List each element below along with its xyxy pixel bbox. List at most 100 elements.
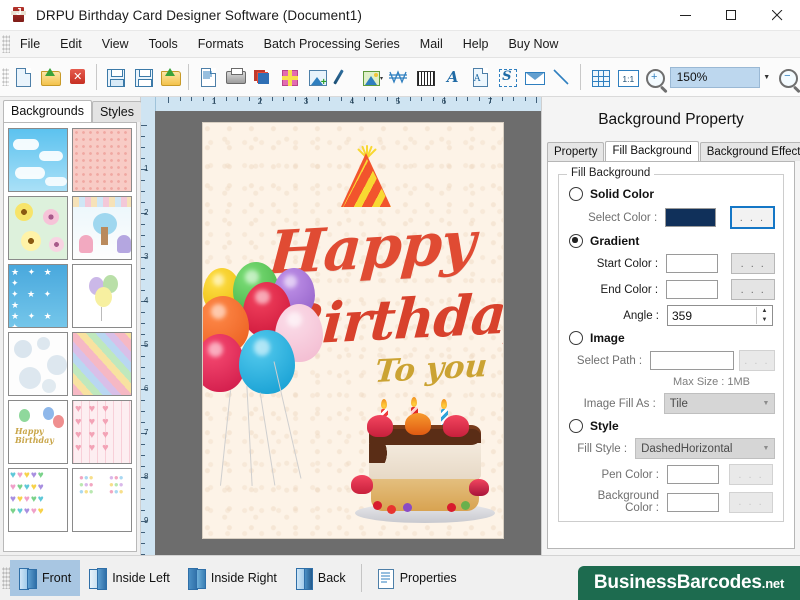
text-box-icon[interactable]: A <box>467 63 492 91</box>
menu-item-batch-processing-series[interactable]: Batch Processing Series <box>254 34 410 54</box>
pen-tool-icon[interactable] <box>331 63 356 91</box>
menu-item-view[interactable]: View <box>92 34 139 54</box>
background-daisies[interactable] <box>8 196 68 260</box>
properties-button[interactable]: Properties <box>368 560 466 596</box>
actual-size-icon[interactable]: 1:1 <box>614 63 639 91</box>
background-rainbow-stripes[interactable] <box>72 332 132 396</box>
ruler-tick <box>141 268 145 269</box>
background-color-swatch[interactable] <box>667 493 719 512</box>
gift-icon[interactable] <box>277 63 302 91</box>
card-preview[interactable]: Happy Birthday To you <box>203 123 503 538</box>
menu-item-formats[interactable]: Formats <box>188 34 254 54</box>
image-fill-as-select[interactable]: Tile ▼ <box>664 393 775 414</box>
menu-item-tools[interactable]: Tools <box>139 34 188 54</box>
close-button[interactable] <box>754 0 800 30</box>
ruler-tick <box>141 378 145 379</box>
page-tab-back[interactable]: Back <box>286 560 355 596</box>
design-area: 1234567 123456789 Happy <box>141 97 541 555</box>
background-image-icon[interactable]: ▾ <box>358 63 383 91</box>
tab-styles[interactable]: Styles <box>92 101 142 122</box>
tab-fill-background[interactable]: Fill Background <box>605 141 698 161</box>
open-document-icon[interactable] <box>37 63 62 91</box>
print-icon[interactable] <box>222 63 247 91</box>
ruler-tick <box>141 202 145 203</box>
book-inside-right-icon <box>188 568 205 588</box>
fill-background-group-label: Fill Background <box>567 167 654 179</box>
signature-icon[interactable]: S <box>494 63 519 91</box>
menu-item-help[interactable]: Help <box>453 34 499 54</box>
page-tab-front[interactable]: Front <box>10 560 80 596</box>
party-hat-graphic <box>341 145 393 207</box>
card-properties-icon[interactable] <box>195 63 220 91</box>
tab-backgrounds[interactable]: Backgrounds <box>3 100 92 122</box>
close-document-icon[interactable]: ✕ <box>65 63 90 91</box>
background-winter-scene[interactable] <box>72 196 132 260</box>
start-color-swatch[interactable] <box>666 254 718 273</box>
background-pink-hearts[interactable]: ♥ ♥ ♥♥ ♥ ♥♥ ♥ ♥♥ ♥ ♥ <box>72 400 132 464</box>
pen-color-label: Pen Color : <box>567 469 667 481</box>
barcode-icon[interactable] <box>413 63 438 91</box>
export-folder-icon[interactable] <box>157 63 182 91</box>
maximize-button[interactable] <box>708 0 754 30</box>
canvas-area[interactable]: Happy Birthday To you <box>155 111 541 555</box>
zoom-dropdown-icon[interactable]: ▼ <box>760 68 773 87</box>
start-color-browse-button[interactable]: . . . <box>731 253 775 274</box>
save-icon[interactable] <box>103 63 128 91</box>
line-tool-icon[interactable] <box>549 63 574 91</box>
zoom-out-icon[interactable]: − <box>774 63 799 91</box>
menu-item-mail[interactable]: Mail <box>410 34 453 54</box>
pen-color-swatch[interactable] <box>667 465 719 484</box>
select-path-browse-button[interactable]: . . . <box>739 350 775 371</box>
layers-icon[interactable] <box>250 63 275 91</box>
page-tab-inside-right-label: Inside Right <box>211 571 277 585</box>
tab-background-effects[interactable]: Background Effects <box>700 142 800 161</box>
fill-style-select[interactable]: DashedHorizontal ▼ <box>635 438 775 459</box>
radio-image[interactable]: Image <box>569 331 775 345</box>
pen-color-browse-button[interactable]: . . . <box>729 464 773 485</box>
zoom-in-icon[interactable]: + <box>641 63 666 91</box>
background-balloons-sketch[interactable] <box>72 264 132 328</box>
angle-value[interactable]: 359 <box>668 309 756 323</box>
background-color-browse-button[interactable]: . . . <box>729 492 773 513</box>
insert-image-icon[interactable]: + <box>304 63 329 91</box>
zoom-input[interactable]: 150% <box>670 67 761 88</box>
background-stars[interactable]: ★ ✦ ★ ✦✦ ★ ✦ ★★ ✦ ★ ✦✦ ★ ✦ ★★ ✦ ★ ✦ <box>8 264 68 328</box>
background-colorful-hearts[interactable]: ♥♥♥♥♥ ♥♥♥♥♥ ♥♥♥♥♥ ♥♥♥♥♥ <box>8 468 68 532</box>
background-clouds[interactable] <box>8 128 68 192</box>
backgrounds-thumbnail-list[interactable]: ★ ✦ ★ ✦✦ ★ ✦ ★★ ✦ ★ ✦✦ ★ ✦ ★★ ✦ ★ ✦ <box>3 122 137 552</box>
angle-stepper[interactable]: 359 ▲▼ <box>667 305 773 326</box>
select-color-browse-button[interactable]: . . . <box>730 206 775 229</box>
minimize-button[interactable] <box>662 0 708 30</box>
radio-gradient[interactable]: Gradient <box>569 234 775 248</box>
angle-stepper-arrows[interactable]: ▲▼ <box>756 307 772 324</box>
background-pink-floral[interactable] <box>72 128 132 192</box>
watermark-icon[interactable] <box>386 63 411 91</box>
left-panel: Backgrounds Styles <box>0 97 141 555</box>
end-color-browse-button[interactable]: . . . <box>731 279 775 300</box>
menu-item-edit[interactable]: Edit <box>50 34 92 54</box>
envelope-icon[interactable] <box>522 63 547 91</box>
tab-property[interactable]: Property <box>547 142 604 161</box>
ruler-label: 7 <box>144 429 148 437</box>
text-icon[interactable]: A <box>440 63 465 91</box>
end-color-swatch[interactable] <box>666 280 718 299</box>
grid-icon[interactable] <box>587 63 612 91</box>
horizontal-ruler-track[interactable]: 1234567 <box>156 97 541 111</box>
card-text-to-you[interactable]: To you <box>373 348 488 390</box>
radio-solid-color[interactable]: Solid Color <box>569 187 775 201</box>
select-path-input[interactable] <box>650 351 734 370</box>
background-balloon-bunches[interactable]: ●●● ●●● ●●● ●●● ●●● ●●● <box>72 468 132 532</box>
ruler-tick <box>433 97 434 101</box>
new-document-icon[interactable] <box>10 63 35 91</box>
radio-style[interactable]: Style <box>569 419 775 433</box>
right-panel: Background Property Property Fill Backgr… <box>541 97 800 555</box>
vertical-ruler[interactable]: 123456789 <box>141 111 155 555</box>
background-bubbles[interactable] <box>8 332 68 396</box>
save-as-icon[interactable] <box>130 63 155 91</box>
menu-item-buy-now[interactable]: Buy Now <box>498 34 568 54</box>
select-color-swatch[interactable] <box>665 208 716 227</box>
page-tab-inside-right[interactable]: Inside Right <box>179 560 286 596</box>
background-happy-birthday[interactable]: HappyBirthday <box>8 400 68 464</box>
page-tab-inside-left[interactable]: Inside Left <box>80 560 179 596</box>
menu-item-file[interactable]: File <box>10 34 50 54</box>
